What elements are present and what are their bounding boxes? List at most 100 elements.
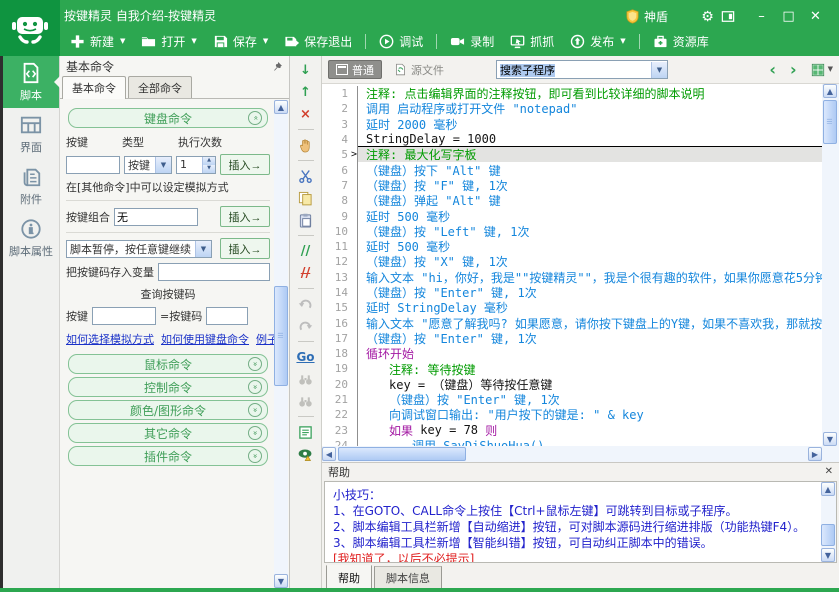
code-line[interactable]: 20key = （键盘）等待按任意键	[322, 377, 822, 392]
sidebar-item-script-props[interactable]: 脚本属性	[3, 212, 59, 264]
paste-icon[interactable]	[297, 212, 315, 228]
code-line[interactable]: 18循环开始	[322, 346, 822, 361]
scroll-down-icon[interactable]: ▼	[821, 548, 835, 562]
dropdown-caret-icon[interactable]: ▼	[620, 38, 625, 45]
dropdown-caret-icon[interactable]: ▼	[263, 38, 268, 45]
minimize-button[interactable]: –	[748, 9, 775, 24]
next-arrow-icon[interactable]: ›	[790, 62, 797, 78]
scroll-thumb[interactable]: ☰	[823, 100, 837, 144]
redo-icon[interactable]	[297, 318, 315, 334]
query-code-input[interactable]	[206, 307, 248, 325]
scroll-left-icon[interactable]: ◀	[322, 447, 336, 461]
insert-key-button[interactable]: 插入→	[220, 154, 270, 175]
section-keyboard-commands[interactable]: 键盘命令 «	[68, 108, 268, 128]
section-颜色/图形命令[interactable]: 颜色/图形命令«	[68, 400, 268, 420]
comment-icon[interactable]: //	[297, 243, 315, 259]
step-down-icon[interactable]: ▼	[202, 165, 215, 173]
goto-icon[interactable]: Go	[297, 349, 315, 365]
subroutine-search-combo[interactable]: 搜索子程序 ▼	[496, 60, 668, 79]
code-line[interactable]: 3延时 2000 毫秒	[322, 117, 822, 132]
toolbar-item-save[interactable]: 保存▼	[205, 30, 276, 52]
move-up-icon[interactable]: ↑	[297, 84, 315, 100]
sidebar-item-script[interactable]: 脚本	[3, 56, 59, 108]
code-line[interactable]: 1注释: 点击编辑界面的注释按钮，即可看到比较详细的脚本说明	[322, 86, 822, 101]
key-input[interactable]	[66, 156, 120, 174]
grid-view-icon[interactable]: ▼	[811, 63, 833, 77]
scroll-thumb[interactable]	[821, 524, 835, 546]
help-close-icon[interactable]: ✕	[825, 466, 833, 477]
toolbar-item-record[interactable]: 录制	[442, 30, 502, 52]
type-select[interactable]: 按键 ▼	[124, 156, 172, 174]
undo-icon[interactable]	[297, 296, 315, 312]
code-line[interactable]: 11延时 500 毫秒	[322, 239, 822, 254]
scroll-thumb[interactable]	[338, 447, 466, 461]
scroll-down-icon[interactable]: ▼	[823, 432, 837, 446]
collapse-icon[interactable]: «	[248, 111, 262, 125]
help-tab-帮助[interactable]: 帮助	[326, 565, 372, 590]
code-line[interactable]: 17（键盘）按 "Enter" 键, 1次	[322, 331, 822, 346]
settings-gear-icon[interactable]: ⚙	[694, 9, 721, 25]
code-editor[interactable]: 1注释: 点击编辑界面的注释按钮，即可看到比较详细的脚本说明2调用 启动程序或打…	[322, 84, 822, 446]
script-info-icon[interactable]	[297, 424, 315, 440]
code-line[interactable]: 15延时 StringDelay 毫秒	[322, 300, 822, 315]
prev-arrow-icon[interactable]: ‹	[769, 62, 776, 78]
section-插件命令[interactable]: 插件命令«	[68, 446, 268, 466]
toolbar-item-library[interactable]: 资源库	[645, 30, 717, 52]
maximize-button[interactable]: □	[775, 9, 802, 24]
code-line[interactable]: 23如果 key = 78 则	[322, 423, 822, 438]
code-line[interactable]: 5注释: 最大化写字板	[322, 147, 822, 162]
help-scrollbar[interactable]: ▲ ▼	[821, 482, 836, 562]
expand-icon[interactable]: «	[248, 449, 262, 463]
sidebar-item-interface[interactable]: 界面	[3, 108, 59, 160]
sidebar-item-attachment[interactable]: 附件	[3, 160, 59, 212]
code-line[interactable]: 22向调试窗口输出: "用户按下的键是: " & key	[322, 407, 822, 422]
query-key-input[interactable]	[92, 307, 156, 325]
delete-line-icon[interactable]: ×	[297, 106, 315, 122]
code-line[interactable]: 2调用 启动程序或打开文件 "notepad"	[322, 101, 822, 116]
toolbar-item-capture[interactable]: 抓抓	[502, 30, 562, 52]
count-stepper[interactable]: 1 ▲▼	[176, 156, 216, 174]
help-tab-脚本信息[interactable]: 脚本信息	[374, 566, 442, 590]
expand-icon[interactable]: «	[248, 426, 262, 440]
move-down-icon[interactable]: ↓	[297, 62, 315, 78]
uncomment-icon[interactable]: //	[297, 265, 315, 281]
view-source-button[interactable]: 源文件	[388, 60, 450, 80]
code-line[interactable]: 14（键盘）按 "Enter" 键, 1次	[322, 285, 822, 300]
copy-icon[interactable]	[297, 190, 315, 206]
code-line[interactable]: 19注释: 等待按键	[322, 361, 822, 376]
code-line[interactable]: 7（键盘）按 "F" 键, 1次	[322, 178, 822, 193]
panel-tab-基本命令[interactable]: 基本命令	[62, 76, 126, 99]
scroll-up-icon[interactable]: ▲	[274, 100, 288, 114]
help-link[interactable]: 例子	[256, 331, 274, 347]
code-horizontal-scrollbar[interactable]: ◀ ▶	[322, 446, 822, 462]
dropdown-caret-icon[interactable]: ▼	[191, 38, 196, 45]
insert-combo-button[interactable]: 插入→	[220, 206, 270, 227]
pause-hand-icon[interactable]	[297, 137, 315, 153]
code-line[interactable]: 9延时 500 毫秒	[322, 208, 822, 223]
panel-tab-全部命令[interactable]: 全部命令	[128, 76, 192, 98]
section-鼠标命令[interactable]: 鼠标命令«	[68, 354, 268, 374]
code-line[interactable]: 13输入文本 "hi，你好，我是""按键精灵""，我是个很有趣的软件，如果你愿意…	[322, 270, 822, 285]
scroll-right-icon[interactable]: ▶	[808, 447, 822, 461]
dropdown-caret-icon[interactable]: ▼	[120, 38, 125, 45]
help-link[interactable]: 如何选择模拟方式	[66, 331, 154, 347]
pause-select[interactable]: 脚本暂停，按任意键继续 ▼	[66, 240, 212, 258]
toolbar-item-open[interactable]: 打开▼	[133, 30, 204, 52]
scroll-up-icon[interactable]: ▲	[821, 482, 835, 496]
help-dismiss-link[interactable]: [我知道了，以后不必提示]	[333, 551, 828, 563]
cut-icon[interactable]	[297, 168, 315, 184]
help-link[interactable]: 如何使用键盘命令	[161, 331, 249, 347]
scroll-up-icon[interactable]: ▲	[823, 84, 837, 98]
code-line[interactable]: 12（键盘）按 "X" 键, 1次	[322, 254, 822, 269]
find-icon[interactable]	[297, 371, 315, 387]
code-line[interactable]: 24调用 SayDiShuoHua()	[322, 438, 822, 446]
expand-icon[interactable]: «	[248, 357, 262, 371]
code-vertical-scrollbar[interactable]: ▲ ☰ ▼	[822, 84, 839, 446]
step-up-icon[interactable]: ▲	[202, 157, 215, 165]
scroll-thumb[interactable]: ☰	[274, 286, 288, 386]
syntax-check-icon[interactable]	[297, 446, 315, 462]
insert-pause-button[interactable]: 插入→	[220, 238, 270, 259]
toolbar-item-publish[interactable]: 发布▼	[562, 30, 633, 52]
toolbar-item-debug[interactable]: 调试	[371, 30, 431, 52]
pin-icon[interactable]	[272, 61, 283, 72]
